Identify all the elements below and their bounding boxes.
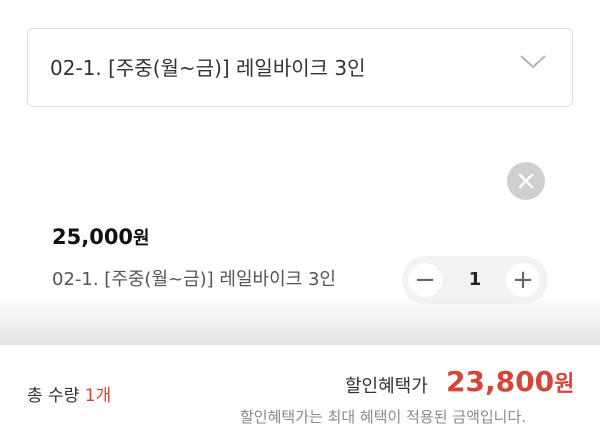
discount-price-label: 할인혜택가 — [345, 376, 428, 397]
item-name: 02-1. [주중(월~금)] 레일바이크 3인 — [52, 269, 336, 290]
total-quantity-label: 총 수량 — [27, 386, 80, 406]
quantity-value: 1 — [468, 269, 482, 290]
item-price: 25,000원 — [52, 224, 150, 252]
chevron-down-icon — [520, 55, 546, 69]
option-select[interactable]: 02-1. [주중(월~금)] 레일바이크 3인 — [27, 28, 573, 107]
discount-notice: 할인혜택가는 최대 혜택이 적용된 금액입니다. — [240, 408, 527, 426]
item-price-value: 25,000 — [52, 225, 134, 249]
scroll-fade-shadow — [0, 296, 600, 346]
close-icon — [518, 173, 534, 189]
total-quantity: 총 수량 1개 — [27, 385, 111, 407]
item-price-unit: 원 — [133, 228, 150, 249]
option-select-value: 02-1. [주중(월~금)] 레일바이크 3인 — [50, 56, 366, 80]
discount-price-value: 23,800 — [446, 365, 555, 398]
total-quantity-value: 1개 — [84, 386, 112, 406]
discount-price: 23,800원 — [446, 365, 574, 402]
order-summary-footer: 총 수량 1개 할인혜택가 23,800원 할인혜택가는 최대 혜택이 적용된 … — [0, 344, 600, 441]
remove-item-button[interactable] — [507, 162, 545, 200]
decrease-quantity-button[interactable]: − — [408, 263, 442, 297]
increase-quantity-button[interactable]: + — [506, 263, 540, 297]
discount-price-unit: 원 — [554, 372, 575, 397]
